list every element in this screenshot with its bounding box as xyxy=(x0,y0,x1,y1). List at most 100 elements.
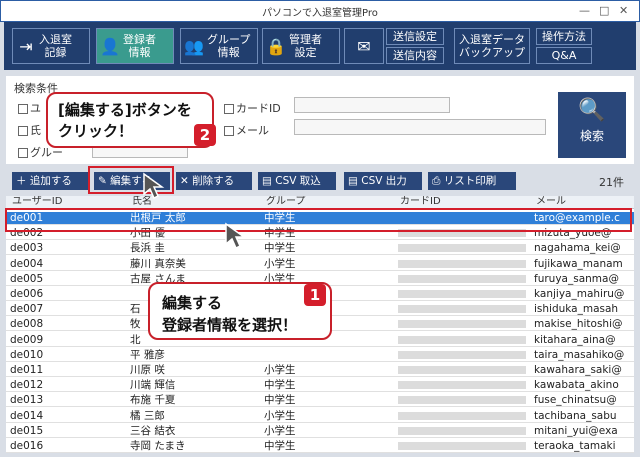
name-partial-label[interactable]: 氏 xyxy=(18,122,41,138)
registrant-info-button[interactable]: 👤 登録者 情報 xyxy=(96,28,174,64)
email-cell: mitani_yui@exa xyxy=(534,424,618,437)
user-id-cell: de005 xyxy=(10,272,44,285)
email-cell: fujikawa_manam xyxy=(534,257,623,270)
name-cell: 寺岡 たまき xyxy=(130,440,186,452)
email-cell: teraoka_tamaki xyxy=(534,440,616,452)
card-id-redacted xyxy=(398,274,526,283)
email-label[interactable]: メール xyxy=(224,122,269,138)
qa-button[interactable]: Q&A xyxy=(536,47,592,64)
csv-import-button[interactable]: ▤ CSV 取込 xyxy=(258,172,336,190)
group-cell: 中学生 xyxy=(264,379,296,392)
card-id-redacted xyxy=(398,396,526,405)
user-id-cell: de012 xyxy=(10,379,44,392)
group-info-button[interactable]: 👥 グループ 情報 xyxy=(180,28,258,64)
email-cell: kawahara_saki@ xyxy=(534,364,622,376)
card-id-redacted xyxy=(398,366,526,374)
table-row[interactable]: de013 布施 千夏 中学生 fuse_chinatsu@ xyxy=(6,394,634,408)
step-2-badge: 2 xyxy=(194,124,216,146)
card-id-redacted xyxy=(398,350,526,359)
table-row[interactable]: de016 寺岡 たまき 中学生 teraoka_tamaki xyxy=(6,440,634,453)
title-bar: パソコンで入退室管理Pro — □ ✕ xyxy=(0,0,640,22)
user-id-cell: de009 xyxy=(10,333,44,346)
group-cell: 中学生 xyxy=(264,242,296,255)
card-id-select[interactable] xyxy=(294,97,450,113)
email-input[interactable] xyxy=(294,119,546,135)
add-button[interactable]: ＋ 追加する xyxy=(12,172,88,190)
table-row[interactable]: de010 平 雅彦 taira_masahiko@ xyxy=(6,349,634,362)
card-id-redacted xyxy=(398,411,526,420)
step-1-badge: 1 xyxy=(304,284,326,306)
user-id-cell: de013 xyxy=(10,394,44,407)
name-cell: 北 xyxy=(130,333,141,346)
table-row[interactable]: de011 川原 咲 小学生 kawahara_saki@ xyxy=(6,364,634,377)
howto-button[interactable]: 操作方法 xyxy=(536,28,592,45)
email-cell: kitahara_aina@ xyxy=(534,333,616,346)
user-id-cell: de014 xyxy=(10,409,44,422)
close-button[interactable]: ✕ xyxy=(619,4,628,17)
table-row[interactable]: de014 橘 三郎 小学生 tachibana_sabu xyxy=(6,410,634,423)
delete-button[interactable]: ✕ 削除する xyxy=(176,172,252,190)
send-content-button[interactable]: 送信内容 xyxy=(386,47,444,64)
user-id-cell: de003 xyxy=(10,242,44,255)
table-row[interactable]: de003 長浜 圭 中学生 nagahama_kei@ xyxy=(6,242,634,256)
email-cell: kanjiya_mahiru@ xyxy=(534,288,625,300)
group-icon: 👥 xyxy=(184,36,204,56)
name-cell: 長浜 圭 xyxy=(130,242,165,255)
csv-export-button[interactable]: ▤ CSV 出力 xyxy=(344,172,422,190)
maximize-button[interactable]: □ xyxy=(599,4,609,17)
name-cell: 川原 咲 xyxy=(130,364,165,376)
admin-settings-button[interactable]: 🔒 管理者 設定 xyxy=(262,28,340,64)
name-cell: 三谷 結衣 xyxy=(130,424,176,437)
window-title: パソコンで入退室管理Pro xyxy=(262,8,378,19)
cursor-icon xyxy=(225,222,247,250)
user-id-cell: de004 xyxy=(10,257,44,270)
user-id-cell: de007 xyxy=(10,303,44,316)
cursor-icon xyxy=(143,172,165,200)
user-icon: 👤 xyxy=(100,36,120,56)
table-row[interactable]: de015 三谷 結衣 小学生 mitani_yui@exa xyxy=(6,425,634,438)
email-cell: fuse_chinatsu@ xyxy=(534,394,617,407)
list-print-button[interactable]: ⎙ リスト印刷 xyxy=(428,172,516,190)
entry-record-button[interactable]: ⇥ 入退室 記録 xyxy=(12,28,90,64)
card-id-redacted xyxy=(398,244,526,253)
user-id-cell: de008 xyxy=(10,318,44,331)
search-button[interactable]: 🔍 検索 xyxy=(558,92,626,158)
email-cell: ishiduka_masah xyxy=(534,303,619,316)
envelope-icon: ✉ xyxy=(357,36,371,56)
send-settings-button[interactable]: 送信設定 xyxy=(386,28,444,45)
name-cell: 平 雅彦 xyxy=(130,348,165,361)
minimize-button[interactable]: — xyxy=(579,4,590,17)
card-id-redacted xyxy=(398,305,526,314)
userid-partial-label[interactable]: ユ xyxy=(18,100,41,116)
group-cell: 小学生 xyxy=(264,409,296,422)
group-cell: 小学生 xyxy=(264,257,296,270)
card-id-redacted xyxy=(398,335,526,344)
table-row[interactable]: de004 藤川 真奈美 小学生 fujikawa_manam xyxy=(6,258,634,271)
group-cell: 中学生 xyxy=(264,440,296,452)
selected-row-highlight xyxy=(5,208,632,232)
card-id-label[interactable]: カードID xyxy=(224,100,281,116)
name-cell: 牧 xyxy=(130,318,141,331)
search-icon: 🔍 xyxy=(578,98,606,123)
card-id-redacted xyxy=(398,426,526,435)
name-cell: 川端 輝信 xyxy=(130,379,176,392)
user-id-cell: de016 xyxy=(10,440,44,452)
card-id-redacted xyxy=(398,320,526,329)
group-cell: 小学生 xyxy=(264,424,296,437)
email-cell: tachibana_sabu xyxy=(534,409,617,422)
name-cell: 藤川 真奈美 xyxy=(130,257,186,270)
name-cell: 布施 千夏 xyxy=(130,394,176,407)
backup-button[interactable]: 入退室データ バックアップ xyxy=(454,28,530,64)
group-cell: 中学生 xyxy=(264,394,296,407)
callout-step-2: [編集する]ボタンを クリック！ xyxy=(46,92,214,148)
main-toolbar: ⇥ 入退室 記録 👤 登録者 情報 👥 グループ 情報 🔒 管理者 設定 ✉ 送信設定 … xyxy=(4,22,636,70)
table-row[interactable]: de012 川端 輝信 中学生 kawabata_akino xyxy=(6,379,634,393)
email-cell: taira_masahiko@ xyxy=(534,348,625,361)
lock-icon: 🔒 xyxy=(266,36,286,56)
email-cell: nagahama_kei@ xyxy=(534,242,621,255)
user-id-cell: de010 xyxy=(10,348,44,361)
card-id-redacted xyxy=(398,442,526,450)
name-cell: 橘 三郎 xyxy=(130,409,165,422)
email-cell: furuya_sanma@ xyxy=(534,272,619,285)
mail-button[interactable]: ✉ xyxy=(344,28,384,64)
